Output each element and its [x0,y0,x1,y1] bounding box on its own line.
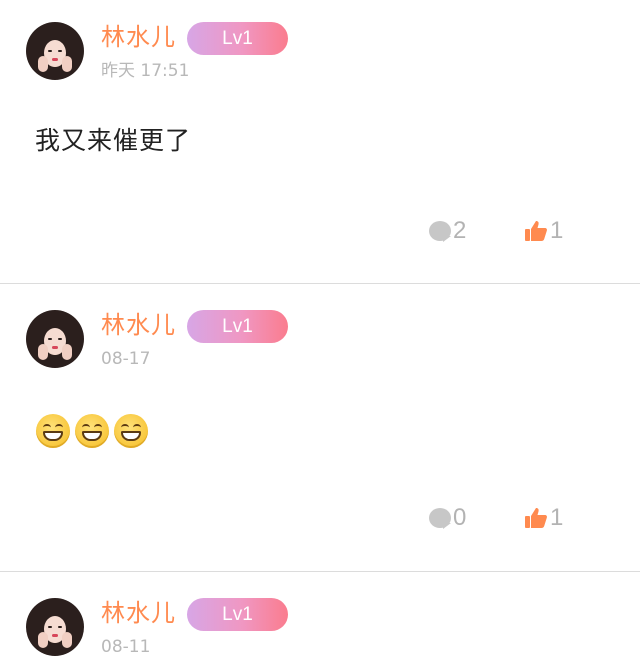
reply-button[interactable]: 0 [429,504,466,532]
avatar[interactable] [26,310,84,368]
comment-item: 林水儿 Lv1 08-11 [0,572,640,667]
emoji-row [36,414,148,448]
avatar[interactable] [26,22,84,80]
like-count: 1 [550,217,564,244]
comment-bubble-icon [429,508,451,529]
timestamp: 08-11 [101,637,151,657]
username[interactable]: 林水儿 [101,22,176,52]
like-count: 1 [550,504,564,531]
thumbs-up-icon [525,221,547,241]
like-button[interactable]: 1 [524,217,563,245]
username[interactable]: 林水儿 [101,598,176,628]
grinning-face-emoji [36,414,70,448]
timestamp: 08-17 [101,349,151,369]
reply-button[interactable]: 2 [429,217,466,245]
comment-feed: 林水儿 Lv1 昨天 17:51 我又来催更了 2 1 林水儿 Lv1 08-1… [0,0,640,667]
comment-item: 林水儿 Lv1 昨天 17:51 我又来催更了 2 1 [0,0,640,284]
level-badge: Lv1 [187,22,288,55]
grinning-face-emoji [114,414,148,448]
username[interactable]: 林水儿 [101,310,176,340]
timestamp: 昨天 17:51 [101,61,190,81]
thumbs-up-icon [525,508,547,528]
reply-count: 2 [453,217,467,244]
comment-item: 林水儿 Lv1 08-17 0 1 [0,284,640,572]
like-button[interactable]: 1 [524,504,563,532]
reply-count: 0 [453,504,467,531]
level-badge: Lv1 [187,310,288,343]
grinning-face-emoji [75,414,109,448]
level-badge: Lv1 [187,598,288,631]
avatar[interactable] [26,598,84,656]
comment-bubble-icon [429,221,451,242]
comment-text: 我又来催更了 [35,126,192,155]
